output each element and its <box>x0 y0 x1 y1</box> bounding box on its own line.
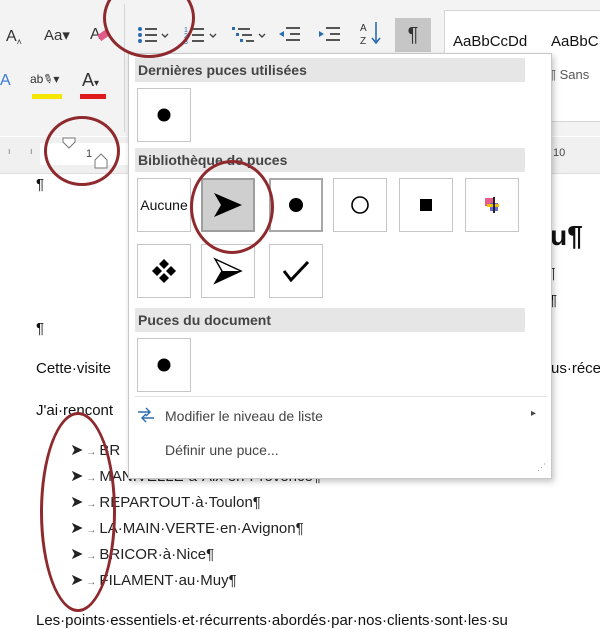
four-diamonds-bullet-icon <box>152 259 176 283</box>
bullet-library-header: Bibliothèque de puces <box>135 148 525 172</box>
paragraph-mark: ¶ <box>36 176 45 193</box>
change-case-button[interactable]: Aa▾ <box>44 26 70 44</box>
paragraph-mark: ¶ <box>36 320 45 337</box>
decrease-indent-icon[interactable] <box>278 24 302 49</box>
document-bullet-disc[interactable] <box>137 338 191 392</box>
ruler-number: 10 <box>553 147 566 159</box>
bullet-none-option[interactable]: Aucune <box>137 178 191 232</box>
clear-formatting-icon[interactable]: A <box>88 22 110 49</box>
list-level-icon <box>137 407 155 428</box>
bullet-circle-option[interactable] <box>333 178 387 232</box>
square-bullet-icon <box>420 199 432 211</box>
bullet-arrowhead-option[interactable] <box>201 178 255 232</box>
font-grow-icon[interactable]: A˄ <box>6 28 22 47</box>
resize-grip-icon[interactable]: ⋰ <box>537 462 546 473</box>
paragraph-text: J'ai·rencont <box>36 402 114 419</box>
hanging-indent-marker[interactable] <box>94 153 108 174</box>
highlight-button[interactable]: ab✎▾ <box>30 71 59 88</box>
recent-bullets-header: Dernières puces utilisées <box>135 58 525 82</box>
style-preview-nospacing[interactable]: AaBbC <box>551 33 599 50</box>
arrow-bullet-icon: ➤ <box>70 520 84 537</box>
arrowhead-bullet-icon <box>214 193 242 217</box>
paragraph-text: us·réce <box>551 360 600 377</box>
paragraph-text: Cette·visite <box>36 360 112 377</box>
bullet-arrow-outline-option[interactable] <box>201 244 255 298</box>
none-label: Aucune <box>140 197 188 213</box>
bullets-button[interactable] <box>136 24 170 49</box>
document-bullets-header: Puces du document <box>135 308 525 332</box>
font-color-button[interactable]: A▾ <box>82 70 99 91</box>
bullet-list-icon <box>138 27 169 43</box>
bullet-disc-option[interactable] <box>269 178 323 232</box>
define-new-bullet-label: Définir une puce... <box>165 442 279 458</box>
ruler-tick: ı <box>30 146 33 156</box>
bullet-checkmark-option[interactable] <box>269 244 323 298</box>
list-item[interactable]: ➤ → FILAMENT·au·Muy¶ <box>70 570 237 596</box>
bullet-picture-option[interactable] <box>465 178 519 232</box>
disc-bullet-icon <box>289 198 303 212</box>
bullet-diamond-cluster-option[interactable] <box>137 244 191 298</box>
checkmark-bullet-icon <box>282 260 310 283</box>
font-color-swatch <box>80 94 106 99</box>
bullet-library-menu: Dernières puces utilisées Bibliothèque d… <box>128 53 552 479</box>
arrow-bullet-icon: ➤ <box>70 442 84 459</box>
arrow-bullet-icon: ➤ <box>70 494 84 511</box>
change-list-level-item[interactable]: Modifier le niveau de liste ▸ <box>129 403 549 431</box>
highlight-color-swatch <box>32 94 62 99</box>
bullet-square-option[interactable] <box>399 178 453 232</box>
paragraph-text: Les·points·essentiels·et·récurrents·abor… <box>36 612 508 629</box>
change-case-label: Aa <box>44 27 63 44</box>
disc-bullet-icon <box>157 108 171 122</box>
disc-bullet-icon <box>157 358 171 372</box>
list-item[interactable]: ➤ → BRICOR·à·Nice¶ <box>70 544 214 570</box>
arrow-bullet-icon: ➤ <box>70 572 84 589</box>
hollow-circle-bullet-icon <box>351 196 369 214</box>
define-new-bullet-item[interactable]: Définir une puce... <box>129 436 549 464</box>
change-list-level-label: Modifier le niveau de liste <box>165 408 323 424</box>
numbered-list-icon: 1 2 3 <box>184 27 217 46</box>
menu-divider <box>135 396 547 397</box>
increase-indent-icon[interactable] <box>318 24 342 49</box>
pilcrow-icon: ¶ <box>407 23 419 46</box>
arrow-outline-bullet-icon <box>213 257 243 285</box>
ruler-text-area <box>40 143 130 165</box>
numbering-button[interactable]: 1 2 3 <box>184 24 220 49</box>
list-item[interactable]: ➤ → LA·MAIN·VERTE·en·Avignon¶ <box>70 518 304 544</box>
group-divider <box>124 4 125 132</box>
multilevel-list-icon <box>232 27 266 42</box>
ruler-number: 1 <box>86 148 93 160</box>
picture-bullet-icon <box>485 197 499 213</box>
multilevel-list-button[interactable] <box>232 24 268 49</box>
recent-bullet-disc[interactable] <box>137 88 191 142</box>
svg-text:A: A <box>360 23 367 34</box>
arrow-bullet-icon: ➤ <box>70 468 84 485</box>
style-preview-normal[interactable]: AaBbCcDd <box>453 33 527 50</box>
list-item[interactable]: ➤ → REPARTOUT·à·Toulon¶ <box>70 492 261 518</box>
ruler-tick: ı <box>8 146 11 156</box>
list-item[interactable]: ➤ → BR <box>70 440 120 466</box>
arrow-bullet-icon: ➤ <box>70 546 84 563</box>
sort-icon[interactable]: AZ <box>360 20 384 51</box>
first-line-indent-marker[interactable] <box>62 136 76 154</box>
show-formatting-marks-button[interactable]: ¶ <box>395 18 431 52</box>
style-name-label: ¶ Sans <box>549 67 590 82</box>
svg-text:3: 3 <box>184 39 188 46</box>
submenu-arrow-icon: ▸ <box>531 408 537 419</box>
text-effects-icon[interactable]: A <box>0 72 11 90</box>
svg-text:Z: Z <box>360 36 366 47</box>
